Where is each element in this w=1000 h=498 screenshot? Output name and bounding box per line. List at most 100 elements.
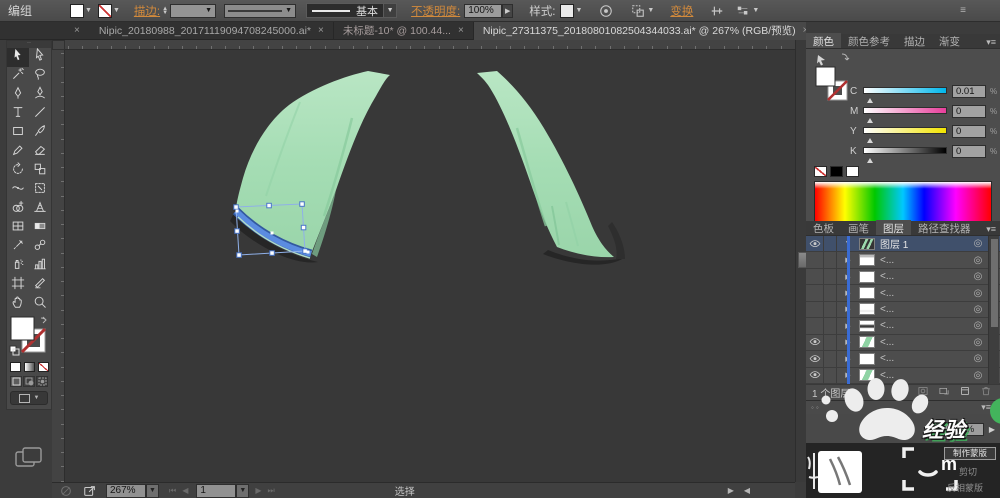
new-layer-icon[interactable] (959, 385, 971, 400)
c-slider[interactable] (863, 87, 947, 94)
invert-mask-checkbox-label[interactable]: 反相蒙版 (947, 481, 983, 494)
collapse-controlbar-icon[interactable]: ≡ (960, 5, 966, 16)
hand-tool[interactable] (7, 295, 29, 314)
new-sublayer-icon[interactable] (938, 385, 950, 400)
artboard-tool[interactable] (7, 276, 29, 295)
mesh-tool[interactable] (7, 219, 29, 238)
lock-toggle[interactable] (824, 269, 837, 284)
draw-behind-button[interactable] (23, 376, 35, 387)
zoom-tool[interactable] (29, 295, 51, 314)
layer-name[interactable]: <... (880, 271, 970, 282)
screen-mode-button[interactable]: ▼ (10, 391, 48, 405)
last-artboard-icon[interactable]: ⏭ (268, 486, 275, 496)
m-slider[interactable] (863, 107, 947, 114)
slice-tool[interactable] (29, 276, 51, 295)
horizontal-ruler[interactable] (65, 40, 795, 50)
transform-link[interactable]: 变换 (670, 3, 693, 19)
zoom-out-icon[interactable] (58, 483, 74, 498)
layer-thumbnail[interactable] (859, 303, 875, 315)
lasso-tool[interactable] (29, 67, 51, 86)
fill-dropdown-arrow[interactable]: ▼ (85, 7, 92, 14)
visibility-toggle[interactable] (806, 269, 824, 284)
transparency-panel-header[interactable]: ◦◦ ▾≡ (806, 400, 1000, 414)
paintbrush-tool[interactable] (29, 124, 51, 143)
layers-scrollbar[interactable] (988, 236, 999, 384)
color-tab-4[interactable]: 渐变 (932, 33, 967, 48)
layer-name[interactable]: <... (880, 353, 970, 364)
layer-sub-row[interactable]: ▶<...◎ (806, 351, 1000, 367)
close-icon[interactable]: × (458, 25, 464, 36)
stroke-weight-dropdown[interactable]: ▼ (170, 4, 216, 18)
layer-thumbnail[interactable] (859, 353, 875, 365)
layer-name[interactable]: <... (880, 288, 970, 299)
eyedropper-tool[interactable] (7, 238, 29, 257)
close-icon[interactable]: × (318, 25, 324, 36)
transparency-opacity-input[interactable]: 100% (940, 423, 984, 436)
fill-none-button[interactable] (38, 362, 49, 372)
lock-toggle[interactable] (824, 318, 837, 333)
selection-tool[interactable] (7, 48, 29, 67)
layer-row-main[interactable]: ▼图层 1◎ (806, 236, 1000, 252)
brush-dropdown-arrow[interactable]: ▼ (384, 3, 397, 18)
visibility-toggle[interactable] (806, 335, 824, 350)
layer-thumbnail[interactable] (859, 320, 875, 332)
clip-checkbox-label[interactable]: 剪切 (959, 465, 977, 478)
style-dropdown-arrow[interactable]: ▼ (575, 7, 582, 14)
target-icon[interactable]: ◎ (970, 320, 986, 331)
layer-name[interactable]: <... (880, 320, 970, 331)
layers-scrollbar-thumb[interactable] (991, 239, 998, 327)
scale-tool[interactable] (29, 162, 51, 181)
zoom-level-input[interactable]: 267% (106, 484, 146, 498)
target-icon[interactable]: ◎ (970, 370, 986, 381)
c-value-input[interactable]: 0.01 (952, 85, 986, 98)
layer-name[interactable]: <... (880, 370, 970, 381)
distribute-arrow[interactable]: ▼ (752, 7, 759, 14)
first-artboard-icon[interactable]: ⏮ (169, 486, 176, 496)
lock-toggle[interactable] (824, 368, 837, 383)
layer-sub-row[interactable]: ▶<...◎ (806, 368, 1000, 384)
perspective-grid-tool[interactable] (29, 200, 51, 219)
none-swatch[interactable] (814, 166, 827, 177)
layer-sub-row[interactable]: ▶<...◎ (806, 335, 1000, 351)
stroke-swatch[interactable] (98, 4, 112, 18)
symbol-sprayer-tool[interactable] (7, 257, 29, 276)
line-segment-tool[interactable] (29, 105, 51, 124)
stroke-weight-stepper[interactable]: ▲▼ (162, 7, 168, 15)
slider-thumb[interactable] (867, 118, 873, 123)
select-similar-arrow[interactable]: ▼ (647, 7, 654, 14)
lock-toggle[interactable] (824, 302, 837, 317)
style-swatch[interactable] (560, 4, 574, 18)
document-tab-3-active[interactable]: Nipic_27311375_20180801082504344033.ai* … (474, 22, 819, 40)
direct-selection-tool[interactable] (29, 48, 51, 67)
layer-thumbnail[interactable] (859, 238, 875, 250)
opacity-dropdown-arrow[interactable]: ▶ (502, 4, 513, 18)
k-value-input[interactable]: 0 (952, 145, 986, 158)
zoom-dropdown-arrow[interactable]: ▼ (146, 484, 159, 498)
layer-thumbnail[interactable] (859, 271, 875, 283)
curvature-tool[interactable] (29, 86, 51, 105)
fill-swatch[interactable] (70, 4, 84, 18)
target-icon[interactable]: ◎ (970, 238, 986, 249)
tab-close-leading-icon[interactable]: × (74, 25, 80, 36)
slider-thumb[interactable] (867, 138, 873, 143)
toolbox-header[interactable]: ·· (7, 41, 51, 48)
visibility-toggle[interactable] (806, 236, 824, 251)
y-value-input[interactable]: 0 (952, 125, 986, 138)
color-tab-1[interactable]: 颜色 (806, 33, 841, 48)
layer-thumbnail[interactable] (859, 287, 875, 299)
document-tab-2[interactable]: 未标题-10* @ 100.44... × (334, 22, 474, 40)
target-icon[interactable]: ◎ (970, 255, 986, 266)
stroke-link[interactable]: 描边: (134, 3, 160, 19)
layer-sub-row[interactable]: ▶<...◎ (806, 285, 1000, 301)
lock-toggle[interactable] (824, 252, 837, 267)
color-tab-2[interactable]: 颜色参考 (841, 33, 897, 48)
visibility-toggle[interactable] (806, 285, 824, 300)
layer-name[interactable]: 图层 1 (880, 236, 970, 251)
stroke-dropdown-arrow[interactable]: ▼ (113, 7, 120, 14)
opacity-link[interactable]: 不透明度: (411, 3, 460, 19)
black-swatch[interactable] (830, 166, 843, 177)
layer-sub-row[interactable]: ▶<...◎ (806, 302, 1000, 318)
clip-mask-icon[interactable] (917, 385, 929, 400)
layer-thumbnail[interactable] (859, 254, 875, 266)
slider-thumb[interactable] (867, 158, 873, 163)
